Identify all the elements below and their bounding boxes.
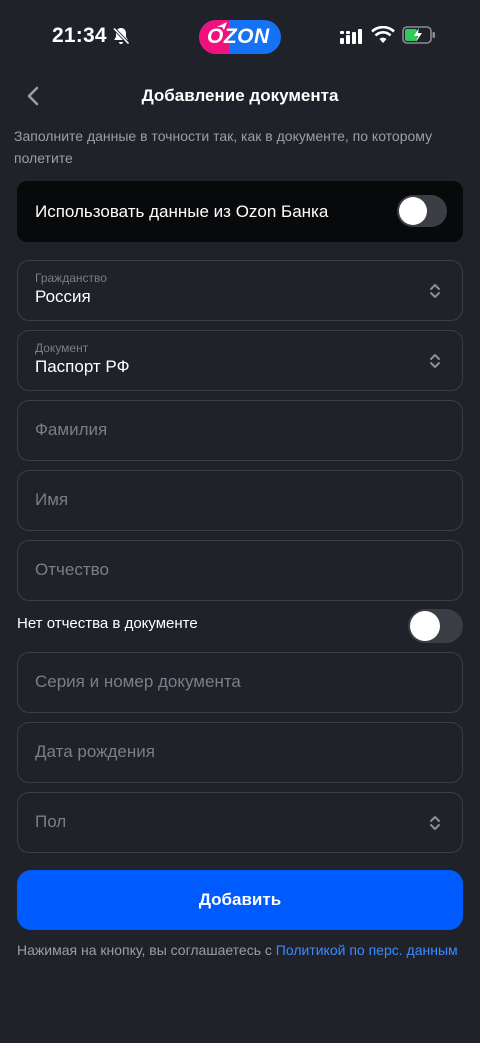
ozon-bank-data-card: Использовать данные из Ozon Банка <box>17 181 463 242</box>
last-name-field[interactable]: Фамилия <box>17 400 463 461</box>
chevron-up-down-icon <box>430 816 440 830</box>
bell-off-icon <box>112 27 130 45</box>
toggle-knob <box>399 197 427 225</box>
no-patronymic-toggle[interactable] <box>408 609 463 643</box>
document-type-label: Документ <box>35 341 89 355</box>
wifi-icon <box>371 26 395 43</box>
ozon-logo: OZON <box>199 20 281 54</box>
patronymic-field[interactable]: Отчество <box>17 540 463 601</box>
chevron-up-down-icon <box>430 284 440 298</box>
gender-placeholder: Пол <box>35 812 67 831</box>
citizenship-select[interactable]: Гражданство Россия <box>17 260 463 321</box>
document-type-select[interactable]: Документ Паспорт РФ <box>17 330 463 391</box>
first-name-placeholder: Имя <box>35 490 69 509</box>
toggle-knob <box>410 611 440 641</box>
consent-text-prefix: Нажимая на кнопку, вы соглашаетесь с <box>17 942 276 958</box>
add-button[interactable]: Добавить <box>17 870 463 930</box>
birth-date-field[interactable]: Дата рождения <box>17 722 463 783</box>
last-name-placeholder: Фамилия <box>35 420 108 439</box>
ozon-logo-text: OZON <box>207 25 270 48</box>
patronymic-placeholder: Отчество <box>35 560 109 579</box>
status-time: 21:34 <box>52 24 107 47</box>
no-patronymic-label: Нет отчества в документе <box>17 615 198 632</box>
ozon-bank-data-label: Использовать данные из Ozon Банка <box>35 202 329 221</box>
form-hint: Заполните данные в точности так, как в д… <box>14 128 433 166</box>
signal-icon <box>340 29 362 44</box>
document-number-placeholder: Серия и номер документа <box>35 672 241 691</box>
chevron-up-down-icon <box>430 354 440 368</box>
consent-text: Нажимая на кнопку, вы соглашаетесь с Пол… <box>17 940 463 960</box>
gender-select[interactable]: Пол <box>17 792 463 853</box>
privacy-policy-link[interactable]: Политикой по перс. данным <box>276 942 458 958</box>
document-number-field[interactable]: Серия и номер документа <box>17 652 463 713</box>
page-title: Добавление документа <box>141 86 339 105</box>
ozon-bank-data-toggle[interactable] <box>397 195 447 227</box>
document-type-value: Паспорт РФ <box>35 357 130 376</box>
citizenship-value: Россия <box>35 287 91 306</box>
first-name-field[interactable]: Имя <box>17 470 463 531</box>
birth-date-placeholder: Дата рождения <box>35 742 155 761</box>
battery-charging-icon <box>402 26 435 44</box>
citizenship-label: Гражданство <box>35 271 107 285</box>
status-bar: 21:34 OZON <box>0 0 480 72</box>
